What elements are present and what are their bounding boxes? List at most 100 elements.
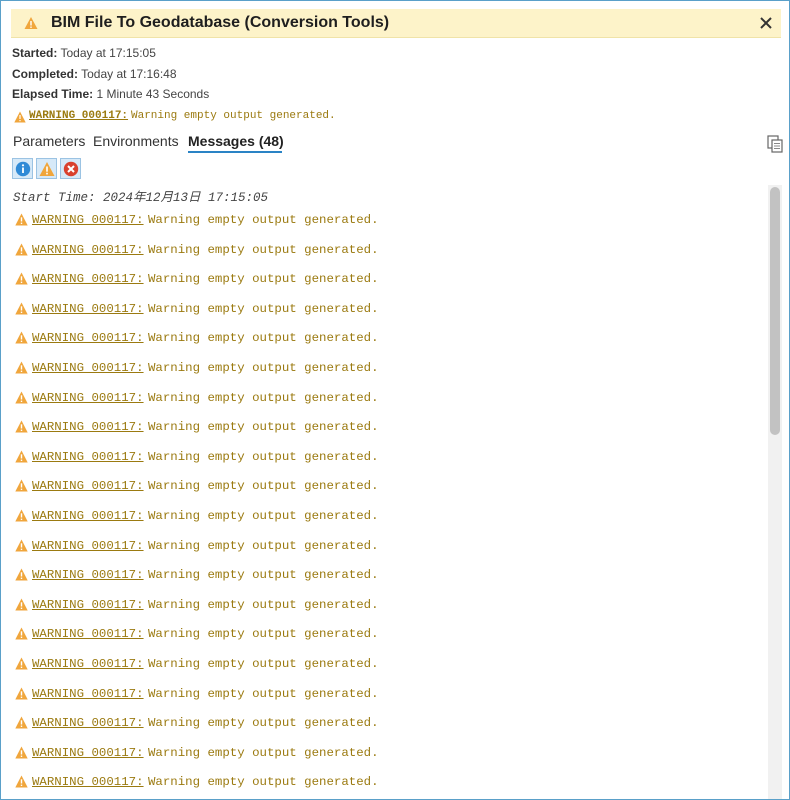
- warning-icon: [15, 213, 28, 226]
- warning-icon: [15, 450, 28, 463]
- message-row: WARNING 000117: Warning empty output gene…: [11, 475, 766, 495]
- message-row: WARNING 000117: Warning empty output gene…: [11, 239, 766, 259]
- summary-warning-text: Warning empty output generated.: [131, 110, 336, 122]
- error-filter-icon: [63, 161, 79, 177]
- completed-value: Today at 17:16:48: [81, 67, 177, 81]
- info-filter-icon: [15, 161, 31, 177]
- warning-icon: [15, 420, 28, 433]
- warning-code-link[interactable]: WARNING 000117:: [32, 450, 144, 464]
- tab-parameters[interactable]: Parameters: [13, 133, 85, 149]
- warning-message-text: Warning empty output generated.: [148, 627, 379, 642]
- warning-icon: [15, 272, 28, 285]
- message-row: WARNING 000117: Warning empty output gene…: [11, 653, 766, 673]
- warning-code-link[interactable]: WARNING 000117:: [32, 539, 144, 553]
- warning-filter-button[interactable]: [36, 158, 57, 179]
- message-row: WARNING 000117: Warning empty output gene…: [11, 712, 766, 732]
- message-row: WARNING 000117: Warning empty output gene…: [11, 594, 766, 614]
- message-row: WARNING 000117: Warning empty output gene…: [11, 387, 766, 407]
- warning-code-link[interactable]: WARNING 000117:: [32, 687, 144, 701]
- warning-code-link[interactable]: WARNING 000117:: [32, 302, 144, 316]
- warning-icon: [15, 746, 28, 759]
- message-row: WARNING 000117: Warning empty output gene…: [11, 771, 766, 791]
- warning-message-text: Warning empty output generated.: [148, 775, 379, 790]
- warning-icon: [14, 111, 26, 123]
- start-time-line: Start Time: 2024年12月13日 17:15:05: [13, 191, 269, 205]
- message-row: WARNING 000117: Warning empty output gene…: [11, 357, 766, 377]
- copy-icon[interactable]: [766, 135, 784, 153]
- message-row: WARNING 000117: Warning empty output gene…: [11, 298, 766, 318]
- tool-message-window: BIM File To Geodatabase (Conversion Tool…: [0, 0, 790, 800]
- warning-icon: [15, 539, 28, 552]
- active-tab-underline: [188, 151, 282, 153]
- info-filter-button[interactable]: [12, 158, 33, 179]
- tab-messages[interactable]: Messages (48): [188, 133, 284, 149]
- started-line: Started: Today at 17:15:05: [12, 46, 156, 60]
- warning-message-text: Warning empty output generated.: [148, 686, 379, 701]
- warning-icon: [15, 331, 28, 344]
- message-row: WARNING 000117: Warning empty output gene…: [11, 327, 766, 347]
- warning-code-link[interactable]: WARNING 000117:: [32, 627, 144, 641]
- warning-code-link[interactable]: WARNING 000117:: [32, 746, 144, 760]
- warning-icon: [24, 17, 38, 29]
- warning-icon: [15, 598, 28, 611]
- message-row: WARNING 000117: Warning empty output gene…: [11, 564, 766, 584]
- error-filter-button[interactable]: [60, 158, 81, 179]
- warning-code-link[interactable]: WARNING 000117:: [32, 509, 144, 523]
- warning-message-text: Warning empty output generated.: [148, 390, 379, 405]
- message-row: WARNING 000117: Warning empty output gene…: [11, 446, 766, 466]
- warning-message-text: Warning empty output generated.: [148, 242, 379, 257]
- warning-icon: [15, 243, 28, 256]
- warning-message-text: Warning empty output generated.: [148, 538, 379, 553]
- warning-icon: [15, 627, 28, 640]
- warning-code-link[interactable]: WARNING 000117:: [32, 361, 144, 375]
- warning-code-link[interactable]: WARNING 000117:: [32, 716, 144, 730]
- warning-message-text: Warning empty output generated.: [148, 272, 379, 287]
- warning-code-link[interactable]: WARNING 000117:: [32, 243, 144, 257]
- warning-message-text: Warning empty output generated.: [148, 449, 379, 464]
- warning-code-link[interactable]: WARNING 000117:: [32, 568, 144, 582]
- message-row: WARNING 000117: Warning empty output gene…: [11, 535, 766, 555]
- summary-warning-code-link[interactable]: WARNING 000117:: [29, 110, 128, 122]
- warning-filter-icon: [39, 162, 55, 176]
- message-row: WARNING 000117: Warning empty output gene…: [11, 209, 766, 229]
- title-bar: BIM File To Geodatabase (Conversion Tool…: [11, 9, 781, 38]
- warning-code-link[interactable]: WARNING 000117:: [32, 420, 144, 434]
- warning-code-link[interactable]: WARNING 000117:: [32, 598, 144, 612]
- warning-icon: [15, 657, 28, 670]
- warning-message-text: Warning empty output generated.: [148, 361, 379, 375]
- warning-code-link[interactable]: WARNING 000117:: [32, 272, 144, 286]
- warning-code-link[interactable]: WARNING 000117:: [32, 391, 144, 405]
- warning-code-link[interactable]: WARNING 000117:: [32, 331, 144, 345]
- warning-code-link[interactable]: WARNING 000117:: [32, 213, 144, 227]
- warning-message-text: Warning empty output generated.: [148, 301, 379, 316]
- close-icon[interactable]: [757, 14, 775, 32]
- tab-environments[interactable]: Environments: [93, 133, 179, 149]
- warning-message-text: Warning empty output generated.: [148, 420, 379, 435]
- completed-line: Completed: Today at 17:16:48: [12, 67, 177, 81]
- warning-message-text: Warning empty output generated.: [148, 213, 379, 227]
- elapsed-label: Elapsed Time:: [12, 87, 94, 101]
- completed-label: Completed:: [12, 67, 78, 81]
- warning-message-text: Warning empty output generated.: [148, 509, 379, 523]
- scrollbar-thumb[interactable]: [770, 187, 780, 435]
- warning-message-text: Warning empty output generated.: [148, 745, 379, 760]
- window-title: BIM File To Geodatabase (Conversion Tool…: [51, 14, 390, 31]
- elapsed-line: Elapsed Time: 1 Minute 43 Seconds: [12, 87, 209, 101]
- message-row: WARNING 000117: Warning empty output gene…: [11, 683, 766, 703]
- warning-code-link[interactable]: WARNING 000117:: [32, 657, 144, 671]
- warning-icon: [15, 775, 28, 788]
- warning-message-text: Warning empty output generated.: [148, 597, 379, 612]
- warning-message-text: Warning empty output generated.: [148, 568, 379, 583]
- warning-message-text: Warning empty output generated.: [148, 331, 379, 346]
- warning-icon: [15, 716, 28, 729]
- warning-code-link[interactable]: WARNING 000117:: [32, 479, 144, 493]
- warning-icon: [15, 479, 28, 492]
- started-label: Started:: [12, 46, 58, 60]
- message-row: WARNING 000117: Warning empty output gene…: [11, 505, 766, 525]
- warning-icon: [15, 687, 28, 700]
- warning-icon: [15, 302, 28, 315]
- messages-scrollbar[interactable]: [768, 185, 782, 799]
- warning-message-text: Warning empty output generated.: [148, 716, 379, 731]
- warning-icon: [15, 391, 28, 404]
- warning-code-link[interactable]: WARNING 000117:: [32, 775, 144, 789]
